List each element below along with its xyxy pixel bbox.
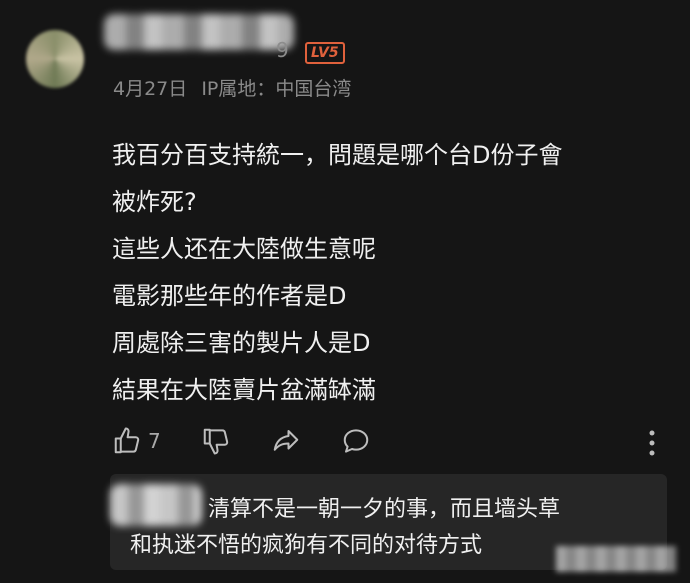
- more-vertical-icon: [649, 430, 655, 456]
- watermark-redacted: [556, 546, 676, 572]
- comment-date: 4月27日: [113, 78, 188, 100]
- comment-actions: 7: [112, 424, 411, 458]
- comment-body: 我百分百支持統一，問題是哪个台D份子會 被炸死? 這些人还在大陸做生意呢 電影那…: [112, 132, 672, 414]
- reply-button[interactable]: [341, 426, 371, 456]
- username-tail[interactable]: 9: [276, 38, 289, 62]
- username-redacted[interactable]: [104, 14, 294, 50]
- level-badge: LV5: [305, 42, 345, 64]
- reply-line: 清算不是一朝一夕的事，而且墙头草: [208, 497, 561, 522]
- thumbs-up-icon: [114, 427, 140, 454]
- dislike-button[interactable]: [201, 426, 231, 456]
- ip-location: IP属地：中国台湾: [201, 78, 352, 100]
- comment-line: 電影那些年的作者是D: [112, 282, 347, 310]
- share-icon: [273, 430, 298, 451]
- comment-line: 周處除三害的製片人是D: [112, 329, 371, 357]
- share-button[interactable]: [271, 426, 301, 456]
- comment-line: 被炸死?: [112, 188, 197, 216]
- more-options-button[interactable]: [644, 428, 660, 462]
- avatar[interactable]: [26, 30, 84, 88]
- like-button[interactable]: 7: [112, 426, 161, 456]
- like-count: 7: [148, 429, 161, 453]
- thumbs-down-icon: [203, 428, 228, 455]
- comment-icon: [343, 429, 368, 453]
- comment-meta: 4月27日 IP属地：中国台湾: [113, 74, 359, 101]
- comment-line: 這些人还在大陸做生意呢: [112, 235, 376, 263]
- comment-line: 結果在大陸賣片盆滿缽滿: [112, 376, 376, 404]
- comment-line: 我百分百支持統一，問題是哪个台D份子會: [112, 141, 563, 169]
